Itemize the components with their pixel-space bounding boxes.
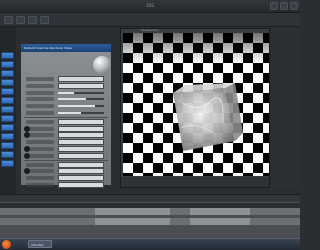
timeline-block[interactable] xyxy=(190,218,250,225)
property-row xyxy=(24,82,108,89)
sidebar-item[interactable] xyxy=(1,106,14,113)
window-title: 3DS xyxy=(145,3,155,8)
property-field[interactable] xyxy=(58,118,104,125)
property-label xyxy=(26,126,54,131)
map-toggle-icon[interactable] xyxy=(24,125,30,132)
viewport-status-right xyxy=(123,183,153,186)
timeline-block[interactable] xyxy=(95,218,170,225)
property-label xyxy=(26,183,54,187)
timeline-block[interactable] xyxy=(190,208,250,215)
property-label xyxy=(26,162,54,167)
property-row xyxy=(24,103,108,109)
viewport-canvas[interactable] xyxy=(123,33,269,176)
sidebar-item[interactable] xyxy=(1,142,14,149)
property-slider[interactable] xyxy=(58,112,104,114)
panel-title: Default Scanline Renderer Maps xyxy=(21,44,111,52)
property-field[interactable] xyxy=(58,132,104,139)
property-row xyxy=(24,168,108,175)
property-label xyxy=(26,77,54,81)
sidebar-item[interactable] xyxy=(1,124,14,131)
sidebar-item[interactable] xyxy=(1,88,14,95)
property-row xyxy=(24,146,108,152)
property-row xyxy=(24,76,108,82)
sidebar-item[interactable] xyxy=(1,61,14,68)
property-slider[interactable] xyxy=(58,91,104,94)
sidebar-item[interactable] xyxy=(1,52,14,59)
material-editor-panel: Default Scanline Renderer Maps xyxy=(20,43,112,188)
sidebar-item[interactable] xyxy=(1,79,14,86)
timeline-ruler[interactable] xyxy=(0,203,300,208)
property-row xyxy=(24,175,108,182)
property-label xyxy=(26,133,54,138)
property-field[interactable] xyxy=(58,182,104,188)
title-bar: 3DS xyxy=(0,0,300,13)
viewport-status-bar xyxy=(121,177,269,187)
close-icon[interactable] xyxy=(290,2,298,10)
property-field[interactable] xyxy=(58,125,104,132)
property-label xyxy=(26,169,54,174)
property-label xyxy=(26,119,54,124)
taskbar-app-button[interactable]: 3ds Max xyxy=(28,240,52,248)
property-field[interactable] xyxy=(58,168,104,175)
property-row xyxy=(24,139,108,146)
property-row xyxy=(24,125,108,132)
right-panel xyxy=(271,28,300,188)
property-row xyxy=(24,182,108,188)
property-row xyxy=(24,110,108,116)
property-label xyxy=(26,176,54,181)
property-label xyxy=(26,90,54,95)
timeline-block[interactable] xyxy=(95,208,170,215)
property-slider[interactable] xyxy=(58,98,104,101)
property-field[interactable] xyxy=(58,152,104,159)
toolbar-button[interactable] xyxy=(4,16,13,24)
sidebar-item[interactable] xyxy=(1,70,14,77)
map-toggle-icon[interactable] xyxy=(24,152,30,159)
sidebar-item[interactable] xyxy=(1,160,14,167)
map-toggle-icon[interactable] xyxy=(24,146,30,152)
map-toggle-icon[interactable] xyxy=(24,132,30,139)
property-row xyxy=(24,132,108,139)
render-view xyxy=(123,33,269,176)
toolbar-button[interactable] xyxy=(40,16,49,24)
sidebar-item[interactable] xyxy=(1,97,14,104)
map-toggle-icon[interactable] xyxy=(24,168,30,175)
property-field[interactable] xyxy=(58,139,104,146)
property-label xyxy=(26,111,54,115)
property-row xyxy=(24,90,108,96)
property-field[interactable] xyxy=(58,82,104,89)
property-row xyxy=(24,161,108,168)
material-preview-sphere[interactable] xyxy=(93,56,111,74)
property-label xyxy=(26,153,54,158)
property-field[interactable] xyxy=(58,146,104,152)
toolbar-button[interactable] xyxy=(16,16,25,24)
property-label xyxy=(26,83,54,88)
property-label xyxy=(26,97,54,102)
timeline-header xyxy=(0,194,300,202)
property-label xyxy=(26,147,54,151)
property-field[interactable] xyxy=(58,161,104,168)
minimize-icon[interactable] xyxy=(270,2,278,10)
sidebar-item[interactable] xyxy=(1,115,14,122)
ice-cube-object xyxy=(173,83,243,151)
property-field[interactable] xyxy=(58,76,104,82)
property-row xyxy=(24,118,108,125)
toolbar-button[interactable] xyxy=(28,16,37,24)
property-slider[interactable] xyxy=(58,105,104,108)
sidebar-item[interactable] xyxy=(1,151,14,158)
sidebar-item[interactable] xyxy=(1,133,14,140)
property-row xyxy=(24,152,108,159)
property-row xyxy=(24,96,108,102)
maximize-icon[interactable] xyxy=(280,2,288,10)
viewport-status-left xyxy=(123,179,153,182)
panel-body xyxy=(21,52,111,188)
property-label xyxy=(26,140,54,145)
property-label xyxy=(26,104,54,109)
start-button-icon[interactable] xyxy=(2,240,11,249)
property-field[interactable] xyxy=(58,175,104,182)
